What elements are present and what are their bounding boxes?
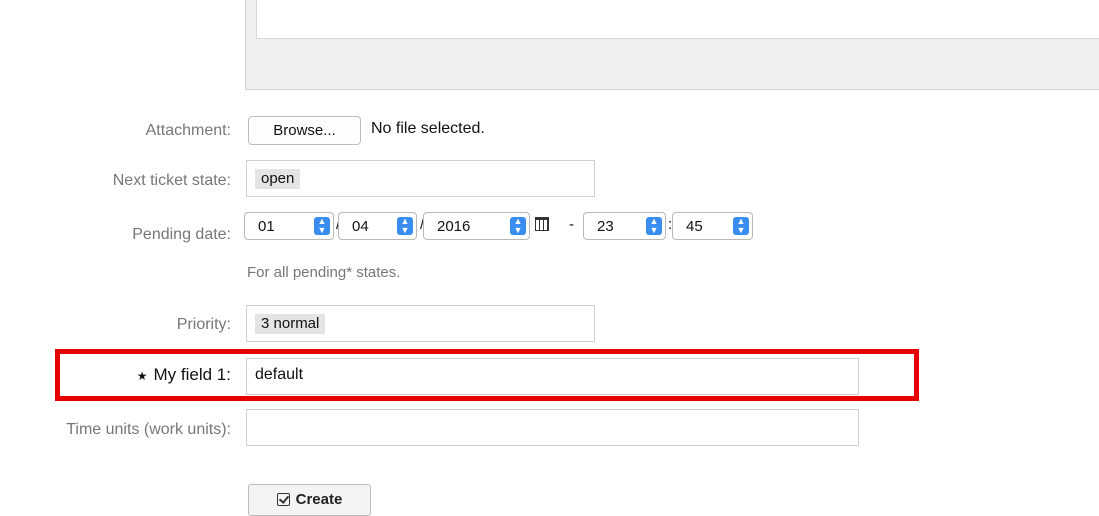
- next-ticket-state-label: Next ticket state:: [112, 172, 231, 189]
- updown-arrows-icon: ▲ ▼: [733, 217, 749, 235]
- create-button[interactable]: Create: [248, 484, 371, 516]
- pending-hour-select[interactable]: 23 ▲ ▼: [583, 212, 666, 240]
- next-ticket-state-select[interactable]: open: [246, 160, 595, 197]
- next-ticket-state-value: open: [255, 169, 301, 189]
- pending-minute-select[interactable]: 45 ▲ ▼: [672, 212, 753, 240]
- editor-content-area[interactable]: [256, 0, 1099, 39]
- updown-arrows-icon: ▲ ▼: [510, 217, 526, 235]
- browse-button[interactable]: Browse...: [248, 116, 361, 145]
- time-units-label: Time units (work units):: [66, 421, 231, 438]
- required-star-icon: ★: [136, 369, 148, 383]
- priority-value: 3 normal: [255, 314, 326, 334]
- attachment-label: Attachment:: [145, 122, 231, 139]
- pending-minute-value: 45: [686, 218, 703, 235]
- my-field-1-label: ★ My field 1:: [137, 365, 231, 385]
- priority-select[interactable]: 3 normal: [246, 305, 595, 342]
- pending-hour-value: 23: [597, 218, 614, 235]
- updown-arrows-icon: ▲ ▼: [646, 217, 662, 235]
- time-units-input[interactable]: [246, 409, 859, 446]
- pending-month-select[interactable]: 04 ▲ ▼: [338, 212, 417, 240]
- create-button-label: Create: [295, 491, 343, 508]
- time-dash: -: [569, 216, 574, 233]
- pending-day-value: 01: [258, 218, 275, 235]
- calendar-icon[interactable]: [535, 217, 549, 231]
- my-field-1-input[interactable]: default: [246, 358, 859, 395]
- my-field-1-label-text: My field 1:: [153, 365, 231, 384]
- pending-day-select[interactable]: 01 ▲ ▼: [244, 212, 334, 240]
- pending-month-value: 04: [352, 218, 369, 235]
- pending-year-value: 2016: [437, 218, 471, 235]
- file-status-text: No file selected.: [371, 120, 485, 137]
- my-field-1-value: default: [255, 366, 304, 383]
- pending-date-hint: For all pending* states.: [247, 264, 401, 281]
- updown-arrows-icon: ▲ ▼: [314, 217, 330, 235]
- updown-arrows-icon: ▲ ▼: [397, 217, 413, 235]
- rich-text-editor[interactable]: [245, 0, 1099, 90]
- pending-date-label: Pending date:: [132, 226, 231, 243]
- pending-year-select[interactable]: 2016 ▲ ▼: [423, 212, 530, 240]
- priority-label: Priority:: [176, 316, 231, 333]
- check-square-icon: [276, 493, 290, 506]
